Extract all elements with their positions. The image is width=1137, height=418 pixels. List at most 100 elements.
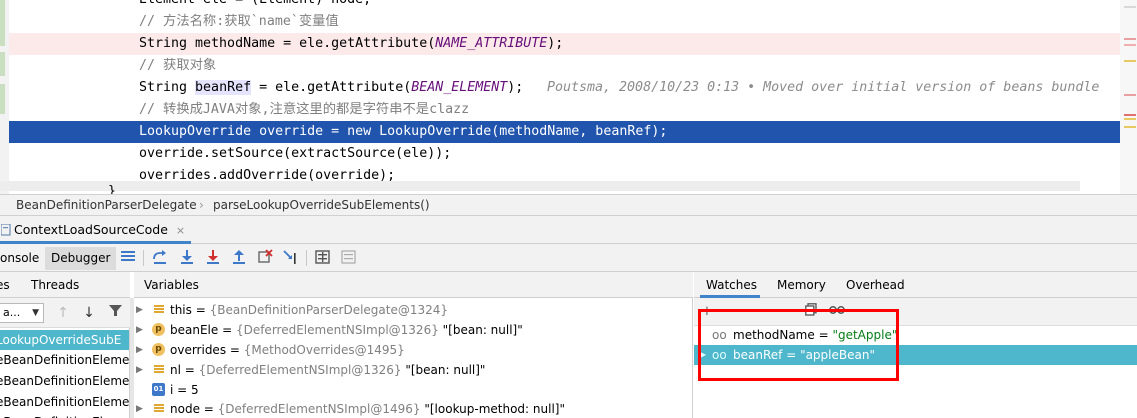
breadcrumb: BeanDefinitionParserDelegate › parseLook… (0, 194, 1137, 216)
stripe-mark[interactable] (1124, 60, 1136, 62)
remove-icon[interactable]: − (724, 303, 742, 321)
show-execution-point-icon[interactable] (151, 249, 169, 267)
step-into-icon[interactable] (178, 249, 196, 267)
variable-type: {DeferredElementNSImpl@1326} (235, 323, 439, 337)
variable-name: nl (170, 363, 181, 377)
tab-frames[interactable]: es (0, 278, 10, 292)
watch-value: "appleBean" (800, 348, 875, 362)
arrow-down-icon[interactable]: ↓ (80, 304, 98, 322)
debug-tool-window-header: ContextLoadSourceCode × (0, 216, 1137, 244)
run-to-cursor-icon[interactable] (282, 249, 300, 267)
watches-panel: + − − − oo methodName = "getApple" ▶ oo … (694, 298, 1137, 418)
code-comment: // 获取对象 (139, 58, 217, 73)
toolbar-separator (143, 250, 144, 266)
move-up-icon[interactable]: − (750, 303, 768, 321)
variable-row[interactable]: 01 i = 5 (134, 380, 693, 400)
variable-name: overrides (170, 343, 227, 357)
variables-title: Variables (144, 278, 199, 292)
drop-frame-icon[interactable] (256, 249, 274, 267)
thread-select-value: a... (3, 306, 21, 319)
variable-row[interactable]: ▶ p beanEle = {DeferredElementNSImpl@132… (134, 320, 693, 340)
code-line-changed[interactable]: String methodName = ele.getAttribute(NAM… (9, 33, 1120, 55)
expand-arrow-icon[interactable]: ▶ (136, 360, 143, 380)
frame-row[interactable]: eBeanDefinitionElemen (0, 371, 129, 391)
variable-string: "[lookup-method: null]" (420, 402, 565, 416)
horizontal-scrollbar[interactable] (0, 181, 1080, 191)
close-icon[interactable]: × (176, 224, 185, 237)
code-line[interactable]: // 转换成JAVA对象,注意这里的都是字符串不是clazz (9, 99, 1120, 121)
code-text: Element ele = (Element) node; (139, 0, 371, 11)
variable-row[interactable]: ▶ p overrides = {MethodOverrides@1495} (134, 340, 693, 360)
code-brace: } (108, 184, 116, 194)
watch-glasses-icon: oo (712, 348, 727, 362)
stripe-mark[interactable] (1124, 118, 1136, 120)
tab-debugger[interactable]: Debugger (45, 247, 117, 270)
variable-text: this = {BeanDefinitionParserDelegate@132… (170, 300, 448, 320)
tab-threads[interactable]: Threads (31, 278, 79, 292)
layout-icon[interactable] (119, 249, 137, 267)
watch-value: "getApple" (832, 328, 898, 342)
stripe-mark[interactable] (1124, 38, 1136, 40)
frame-row[interactable]: eBeanDefinitionElemen (0, 412, 129, 418)
expand-arrow-icon[interactable]: ▶ (136, 340, 143, 360)
breadcrumb-class[interactable]: BeanDefinitionParserDelegate (16, 198, 197, 212)
variable-text: beanEle = {DeferredElementNSImpl@1326} "… (170, 320, 523, 340)
evaluate-expression-icon[interactable] (314, 249, 332, 267)
variable-eq: = (191, 303, 210, 317)
variable-text: i = 5 (170, 380, 199, 400)
tab-overhead[interactable]: Overhead (846, 278, 905, 292)
expand-arrow-icon[interactable]: ▶ (136, 320, 143, 340)
copy-icon[interactable] (802, 303, 820, 321)
watch-row-selected[interactable]: ▶ oo beanRef = "appleBean" (694, 345, 1137, 365)
watch-row[interactable]: oo methodName = "getApple" (694, 325, 1137, 345)
frame-row[interactable]: LookupOverrideSubE (0, 330, 129, 350)
code-line[interactable]: Element ele = (Element) node; (9, 0, 1120, 11)
code-line[interactable]: // 获取对象 (9, 55, 1120, 77)
frame-row[interactable]: eBeanDefinitionElemen (0, 392, 129, 412)
stripe-mark[interactable] (1124, 126, 1136, 128)
variable-type: {DeferredElementNSImpl@1496} (217, 402, 421, 416)
step-out-icon[interactable] (230, 249, 248, 267)
variable-type: {DeferredElementNSImpl@1326} (198, 363, 402, 377)
stripe-mark[interactable] (1124, 114, 1136, 116)
expand-arrow-icon[interactable]: ▶ (136, 399, 143, 418)
tab-memory[interactable]: Memory (777, 278, 826, 292)
variable-row[interactable]: ▶ this = {BeanDefinitionParserDelegate@1… (134, 300, 693, 320)
debugger-toolbar: onsole Debugger (0, 244, 1137, 272)
watches-toolbar: + − − − (694, 298, 1137, 326)
glasses-icon[interactable] (828, 303, 846, 321)
stripe-mark[interactable] (1124, 94, 1136, 96)
variable-row[interactable]: ▶ node = {DeferredElementNSImpl@1496} "[… (134, 399, 693, 418)
tab-console[interactable]: onsole (0, 247, 45, 270)
code-token: String (139, 80, 196, 95)
expand-arrow-icon[interactable]: ▶ (136, 300, 143, 320)
frame-label: eBeanDefinitionElemen (0, 395, 129, 409)
breadcrumb-method[interactable]: parseLookupOverrideSubElements() (213, 198, 430, 212)
stripe-mark[interactable] (1124, 44, 1136, 46)
error-stripe[interactable] (1120, 0, 1137, 194)
filter-icon[interactable] (106, 304, 124, 322)
force-step-into-icon[interactable] (204, 249, 222, 267)
trace-icon[interactable] (340, 249, 358, 267)
execution-point-line[interactable]: LookupOverride override = new LookupOver… (9, 121, 1120, 143)
variable-row[interactable]: ▶ nl = {DeferredElementNSImpl@1326} "[be… (134, 360, 693, 380)
frames-toolbar: a... ▼ ↑ ↓ (0, 298, 130, 328)
variable-eq: = (218, 323, 236, 337)
thread-select[interactable]: a... ▼ (0, 303, 44, 323)
watch-eq: = (782, 348, 801, 362)
code-token: ); (547, 36, 564, 51)
code-line[interactable]: // 方法名称:获取`name`变量值 (9, 11, 1120, 33)
move-down-icon[interactable]: − (776, 303, 794, 321)
add-icon[interactable]: + (698, 303, 716, 321)
code-line[interactable]: override.setSource(extractSource(ele)); (9, 143, 1120, 165)
code-editor[interactable]: Element ele = (Element) node; // 方法名称:获取… (0, 0, 1137, 194)
variable-type: {BeanDefinitionParserDelegate@1324} (209, 303, 449, 317)
stripe-mark[interactable] (1124, 6, 1136, 8)
tab-watches[interactable]: Watches (706, 278, 757, 292)
expand-arrow-icon[interactable]: ▶ (700, 345, 706, 365)
frame-row[interactable]: eBeanDefinitionElemen (0, 350, 129, 370)
code-line-current[interactable]: String beanRef = ele.getAttribute(BEAN_E… (9, 77, 1120, 99)
variable-name: node (170, 402, 200, 416)
run-config-tab[interactable]: ContextLoadSourceCode × (0, 216, 192, 244)
arrow-up-icon[interactable]: ↑ (54, 304, 72, 322)
